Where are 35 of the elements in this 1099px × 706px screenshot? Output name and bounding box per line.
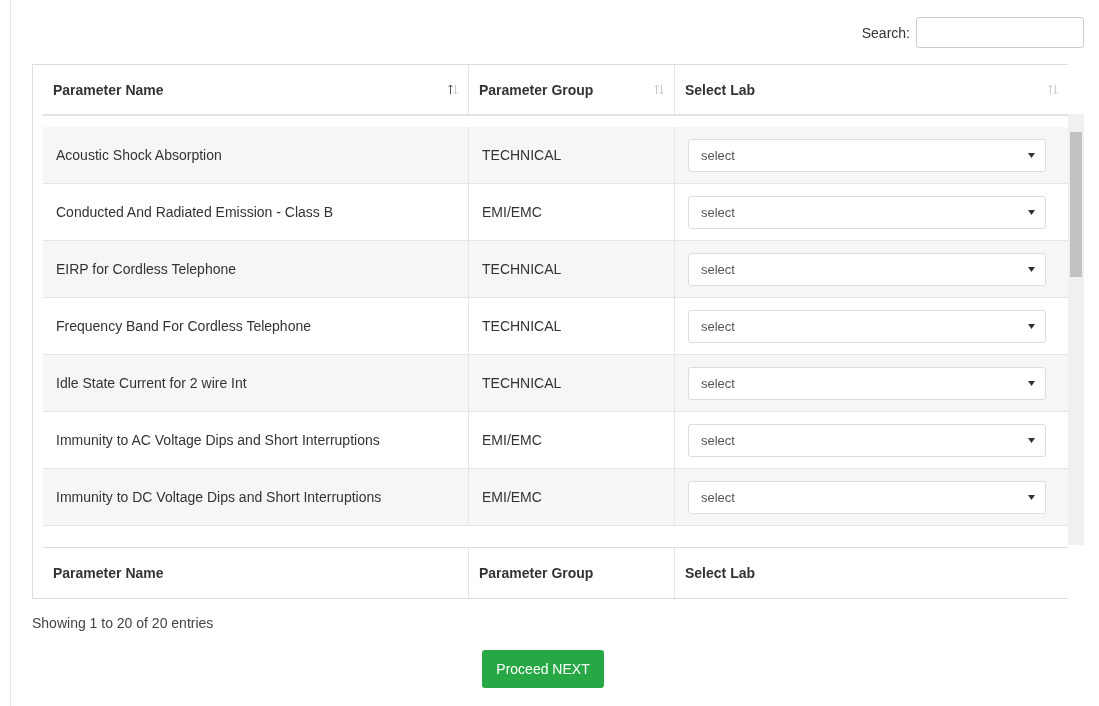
column-footer: Parameter Group	[469, 547, 675, 598]
caret-icon	[1028, 323, 1035, 329]
column-title: Select Lab	[685, 81, 756, 98]
table-cell: TECHNICAL	[469, 241, 675, 298]
column-footer: Select Lab	[675, 547, 1068, 598]
lab-dropdown[interactable]: select	[688, 309, 1046, 343]
lab-dropdown[interactable]: select	[688, 138, 1046, 172]
table-cell: TECHNICAL	[469, 355, 675, 412]
lab-dropdown[interactable]: select	[688, 480, 1046, 514]
table-cell: Immunity to DC Voltage Dips and Short Interruptions	[43, 469, 469, 526]
lab-dropdown[interactable]: select	[688, 252, 1046, 286]
entries-info: Showing 1 to 20 of 20 entries	[32, 615, 215, 631]
scrollbar[interactable]	[1068, 114, 1084, 545]
search-label: Search:	[861, 24, 910, 41]
caret-icon	[1028, 209, 1035, 215]
caret-icon	[1028, 266, 1035, 272]
caret-icon	[1028, 437, 1035, 443]
table-cell: EIRP for Cordless Telephone	[43, 241, 469, 298]
table-cell: Acoustic Shock Absorption	[43, 127, 469, 184]
lab-dropdown[interactable]: select	[688, 423, 1046, 457]
column-header[interactable]: Parameter Group	[469, 65, 675, 116]
table-cell: Idle State Current for 2 wire Int	[43, 355, 469, 412]
caret-icon	[1028, 152, 1035, 158]
table-cell: TECHNICAL	[469, 127, 675, 184]
lab-dropdown[interactable]: select	[688, 366, 1046, 400]
column-header[interactable]: Select Lab	[675, 65, 1068, 116]
caret-icon	[1028, 380, 1035, 386]
column-header[interactable]: Parameter Name	[43, 65, 469, 116]
column-title: Parameter Group	[479, 81, 594, 98]
search-field[interactable]	[916, 17, 1084, 48]
caret-icon	[1028, 494, 1035, 500]
table-cell: EMI/EMC	[469, 469, 675, 526]
column-title: Parameter Name	[53, 81, 164, 98]
lab-dropdown[interactable]: select	[688, 195, 1046, 229]
column-footer: Parameter Name	[43, 547, 469, 598]
